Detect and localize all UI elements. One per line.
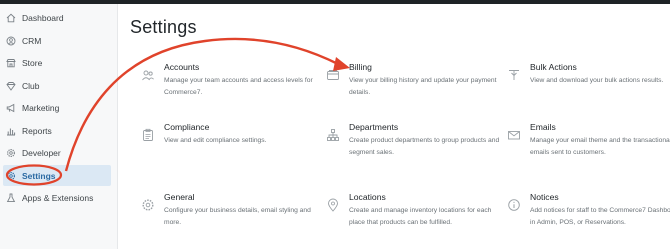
sidebar-item-label: CRM — [22, 35, 42, 46]
sidebar: Dashboard CRM Store Club Marketing Repor… — [0, 4, 118, 249]
bulk-actions-icon — [507, 68, 521, 82]
card-description: View and download your bulk actions resu… — [530, 77, 664, 84]
card-title: General — [164, 192, 195, 202]
sidebar-item-label: Club — [22, 80, 40, 91]
settings-card-billing[interactable]: Billing View your billing history and up… — [326, 62, 496, 112]
sidebar-item-settings[interactable]: Settings — [3, 165, 111, 186]
bar-chart-icon — [6, 126, 16, 136]
sidebar-item-label: Settings — [22, 170, 56, 181]
home-icon — [6, 13, 16, 23]
settings-card-notices[interactable]: Notices Add notices for staff to the Com… — [507, 192, 670, 242]
envelope-icon — [507, 128, 521, 142]
map-pin-icon — [326, 198, 340, 212]
sidebar-item-club[interactable]: Club — [0, 75, 117, 96]
settings-card-general[interactable]: General Configure your business details,… — [141, 192, 311, 242]
sidebar-item-developer[interactable]: Developer — [0, 142, 117, 163]
card-description: View your billing history and update you… — [349, 77, 497, 96]
settings-card-departments[interactable]: Departments Create product departments t… — [326, 122, 499, 172]
sidebar-item-reports[interactable]: Reports — [0, 120, 117, 141]
card-title: Locations — [349, 192, 386, 202]
sidebar-item-label: Reports — [22, 125, 52, 136]
card-description: Manage your email theme and the transact… — [530, 137, 670, 156]
gear-icon — [6, 148, 16, 158]
sidebar-item-store[interactable]: Store — [0, 52, 117, 73]
flask-icon — [6, 193, 16, 203]
card-title: Compliance — [164, 122, 210, 132]
sidebar-item-label: Developer — [22, 147, 61, 158]
card-title: Notices — [530, 192, 559, 202]
sidebar-item-crm[interactable]: CRM — [0, 30, 117, 51]
card-description: Manage your team accounts and access lev… — [164, 77, 313, 96]
sidebar-item-label: Marketing — [22, 102, 60, 113]
main-content: Settings Accounts Manage your team accou… — [118, 4, 670, 249]
users-icon — [141, 68, 155, 82]
settings-card-emails[interactable]: Emails Manage your email theme and the t… — [507, 122, 670, 172]
sidebar-item-label: Store — [22, 57, 43, 68]
person-icon — [6, 36, 16, 46]
settings-card-locations[interactable]: Locations Create and manage inventory lo… — [326, 192, 496, 242]
settings-card-compliance[interactable]: Compliance View and edit compliance sett… — [141, 122, 311, 172]
megaphone-icon — [6, 103, 16, 113]
wallet-icon — [326, 68, 340, 82]
sidebar-item-label: Dashboard — [22, 12, 64, 23]
card-description: Create and manage inventory locations fo… — [349, 207, 492, 226]
card-description: Create product departments to group prod… — [349, 137, 500, 156]
page-title: Settings — [130, 17, 197, 37]
sidebar-item-dashboard[interactable]: Dashboard — [0, 7, 117, 28]
sitemap-icon — [326, 128, 340, 142]
store-icon — [6, 58, 16, 68]
card-description: View and edit compliance settings. — [164, 137, 267, 144]
card-description: Configure your business details, email s… — [164, 207, 311, 226]
cog-icon — [6, 171, 16, 181]
card-description: Add notices for staff to the Commerce7 D… — [530, 207, 670, 226]
diamond-icon — [6, 81, 16, 91]
card-title: Billing — [349, 62, 372, 72]
clipboard-icon — [141, 128, 155, 142]
card-title: Departments — [349, 122, 399, 132]
settings-card-accounts[interactable]: Accounts Manage your team accounts and a… — [141, 62, 313, 112]
info-circle-icon — [507, 198, 521, 212]
sidebar-item-apps-extensions[interactable]: Apps & Extensions — [0, 187, 117, 208]
sidebar-item-label: Apps & Extensions — [22, 192, 94, 203]
settings-card-bulk-actions[interactable]: Bulk Actions View and download your bulk… — [507, 62, 670, 112]
card-title: Bulk Actions — [530, 62, 577, 72]
card-title: Emails — [530, 122, 556, 132]
card-title: Accounts — [164, 62, 200, 72]
sidebar-item-marketing[interactable]: Marketing — [0, 97, 117, 118]
settings-gear-icon — [141, 198, 155, 212]
